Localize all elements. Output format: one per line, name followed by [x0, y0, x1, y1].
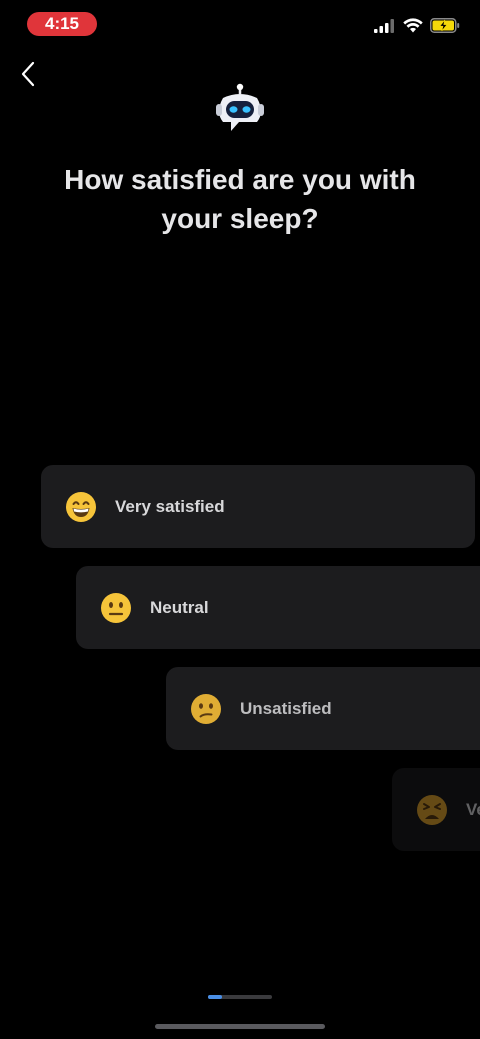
confused-face-emoji: [191, 693, 221, 724]
weary-face-emoji: [417, 794, 447, 825]
option-very-satisfied[interactable]: Very satisfied: [41, 465, 475, 548]
option-very-unsatisfied[interactable]: Ve: [392, 768, 480, 851]
battery-charging-icon: [430, 18, 460, 33]
progress-bar: [208, 995, 272, 999]
option-neutral[interactable]: Neutral: [76, 566, 480, 649]
status-icons: [374, 18, 460, 33]
status-time: 4:15: [27, 12, 97, 36]
neutral-face-emoji: [101, 592, 131, 623]
option-unsatisfied[interactable]: Unsatisfied: [166, 667, 480, 750]
chevron-left-icon: [21, 61, 35, 87]
robot-icon: [216, 83, 264, 131]
wifi-icon: [403, 18, 423, 33]
back-button[interactable]: [14, 58, 42, 90]
option-label: Ve: [466, 799, 480, 819]
option-label: Neutral: [150, 597, 209, 617]
grinning-face-emoji: [66, 491, 96, 522]
option-label: Unsatisfied: [240, 698, 332, 718]
home-indicator[interactable]: [155, 1024, 325, 1029]
question-title: How satisfied are you with your sleep?: [64, 164, 416, 234]
option-label: Very satisfied: [115, 496, 225, 516]
progress-fill: [208, 995, 223, 999]
cellular-signal-icon: [374, 18, 394, 33]
